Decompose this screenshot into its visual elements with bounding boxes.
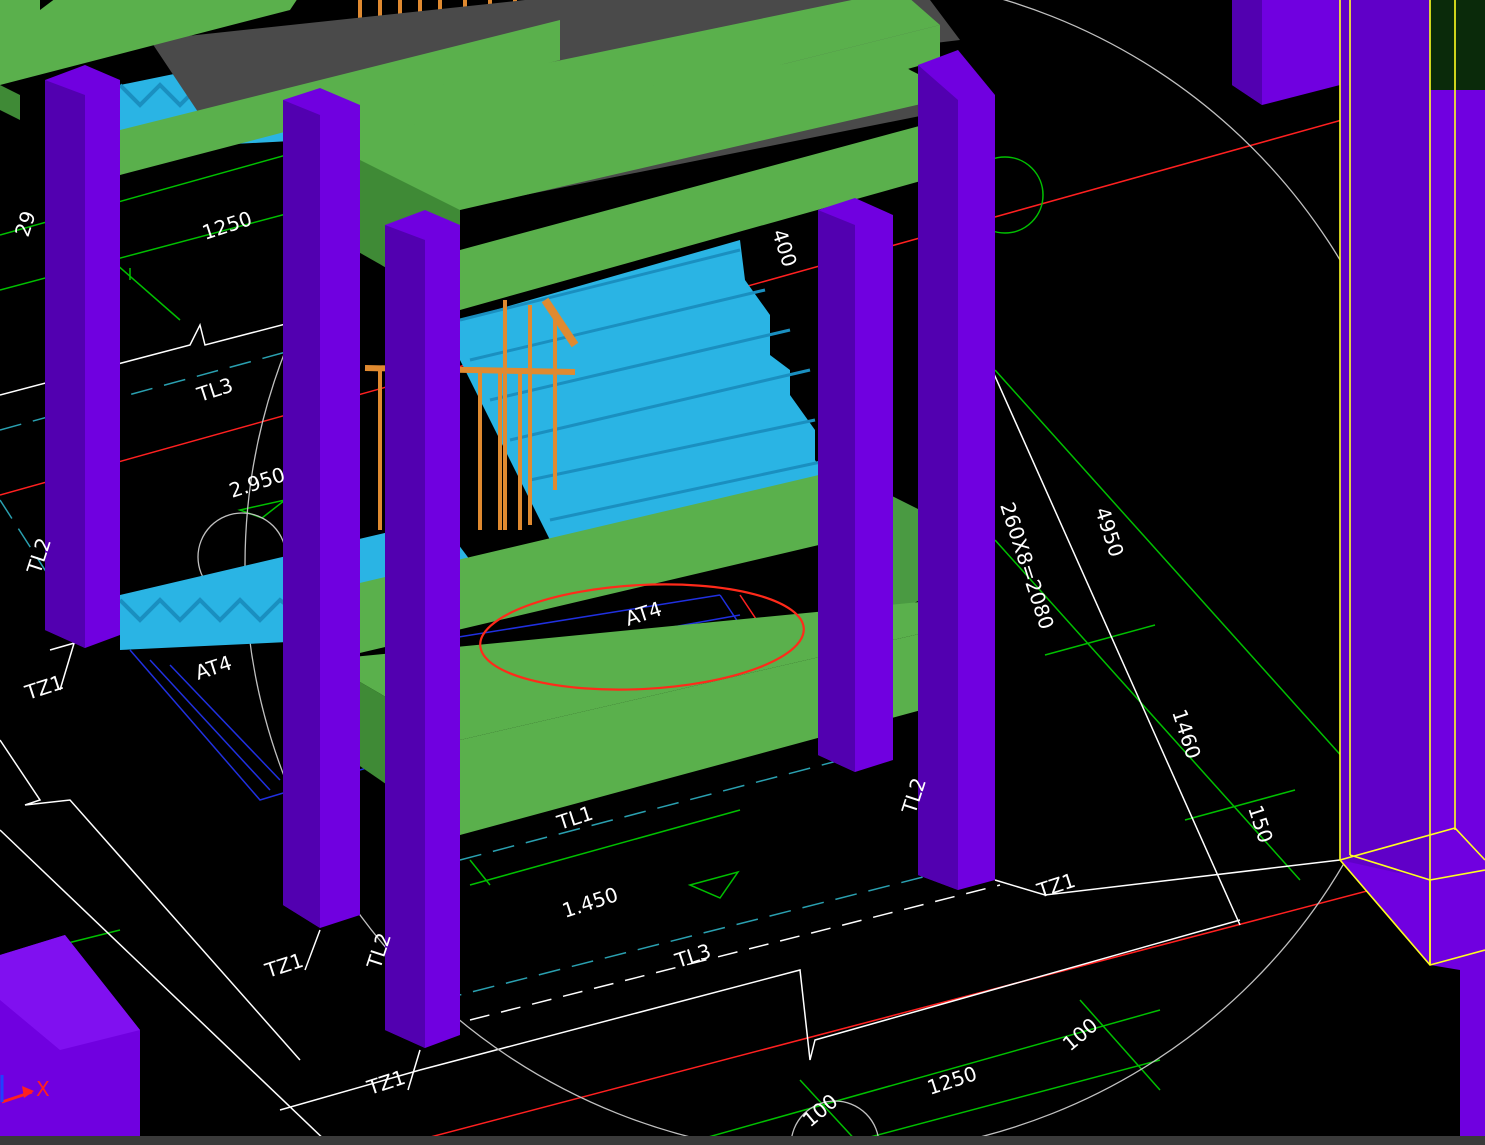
dim-400: 400 bbox=[767, 226, 802, 270]
status-bar bbox=[0, 1136, 1485, 1145]
tl3-lower-label: TL3 bbox=[671, 939, 714, 973]
at4-left-label: AT4 bbox=[192, 650, 235, 684]
tl3-upper-label: TL3 bbox=[193, 373, 236, 407]
column-center-back bbox=[283, 88, 360, 928]
column-front-left bbox=[385, 210, 460, 1048]
elevation-2950: 2.950 bbox=[226, 462, 288, 503]
dim-150: 150 bbox=[1243, 802, 1278, 846]
tz1-left-label: TZ1 bbox=[21, 670, 66, 705]
tz1-right-label: TZ1 bbox=[1033, 868, 1078, 903]
stair-formula: 260X8=2080 bbox=[995, 499, 1059, 632]
elevation-1450: 1.450 bbox=[559, 882, 621, 923]
cad-3d-viewport[interactable]: 1250 29 TL3 2.950 TL2 TZ1 AT4 AT4 400 26… bbox=[0, 0, 1485, 1145]
column-bottom-left bbox=[0, 935, 140, 1145]
dim-1250-bottom: 1250 bbox=[924, 1061, 980, 1100]
dim-1250-top: 1250 bbox=[199, 206, 255, 245]
dim-100-right: 100 bbox=[1058, 1013, 1103, 1056]
dim-100-bottom: 100 bbox=[798, 1089, 843, 1132]
selected-wall-column[interactable] bbox=[1339, 0, 1485, 1145]
tz1-mid-label: TZ1 bbox=[261, 948, 306, 983]
model-canvas: 1250 29 TL3 2.950 TL2 TZ1 AT4 AT4 400 26… bbox=[0, 0, 1485, 1145]
at4-center-label: AT4 bbox=[622, 596, 665, 630]
dim-1460: 1460 bbox=[1167, 706, 1206, 762]
column-left-back bbox=[45, 65, 120, 648]
column-far-right-top bbox=[1232, 0, 1340, 105]
dim-29: 29 bbox=[10, 208, 41, 240]
column-front-right bbox=[918, 50, 995, 890]
tz1-bottom-label: TZ1 bbox=[363, 1065, 408, 1100]
column-right-back bbox=[818, 198, 893, 772]
axis-x-label: X bbox=[36, 1077, 50, 1101]
